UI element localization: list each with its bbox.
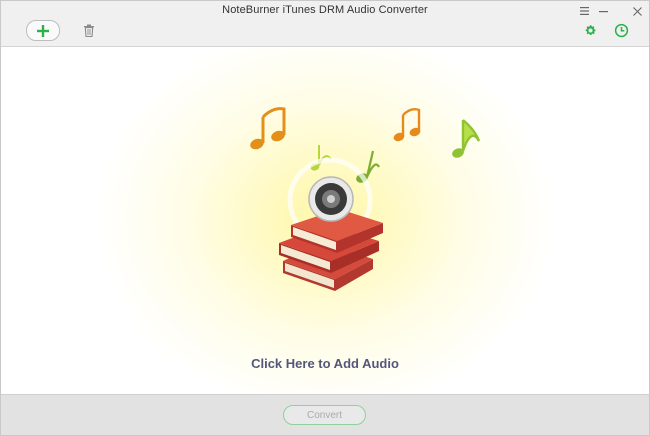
convert-button[interactable]: Convert: [283, 405, 366, 425]
close-icon[interactable]: [630, 5, 644, 17]
window-title: NoteBurner iTunes DRM Audio Converter: [222, 4, 428, 16]
add-audio-prompt[interactable]: Click Here to Add Audio: [1, 356, 649, 371]
books-speaker-illustration: [250, 107, 481, 291]
app-window: NoteBurner iTunes DRM Audio Converter Cl…: [0, 0, 650, 436]
orange-double-note-icon: [250, 107, 286, 150]
drop-area[interactable]: Click Here to Add Audio: [1, 47, 649, 394]
orange-small-note-icon: [393, 107, 421, 142]
speaker-icon: [308, 176, 354, 222]
green-note-right-icon: [452, 119, 481, 158]
trash-icon[interactable]: [83, 24, 95, 37]
plus-icon: [37, 24, 49, 37]
title-bar: NoteBurner iTunes DRM Audio Converter: [1, 1, 649, 47]
add-audio-button[interactable]: [26, 20, 60, 41]
minimize-icon[interactable]: [596, 5, 610, 17]
footer-bar: Convert: [1, 394, 649, 435]
clock-icon[interactable]: [614, 23, 629, 38]
gear-icon[interactable]: [584, 24, 597, 37]
menu-icon[interactable]: [577, 5, 591, 17]
